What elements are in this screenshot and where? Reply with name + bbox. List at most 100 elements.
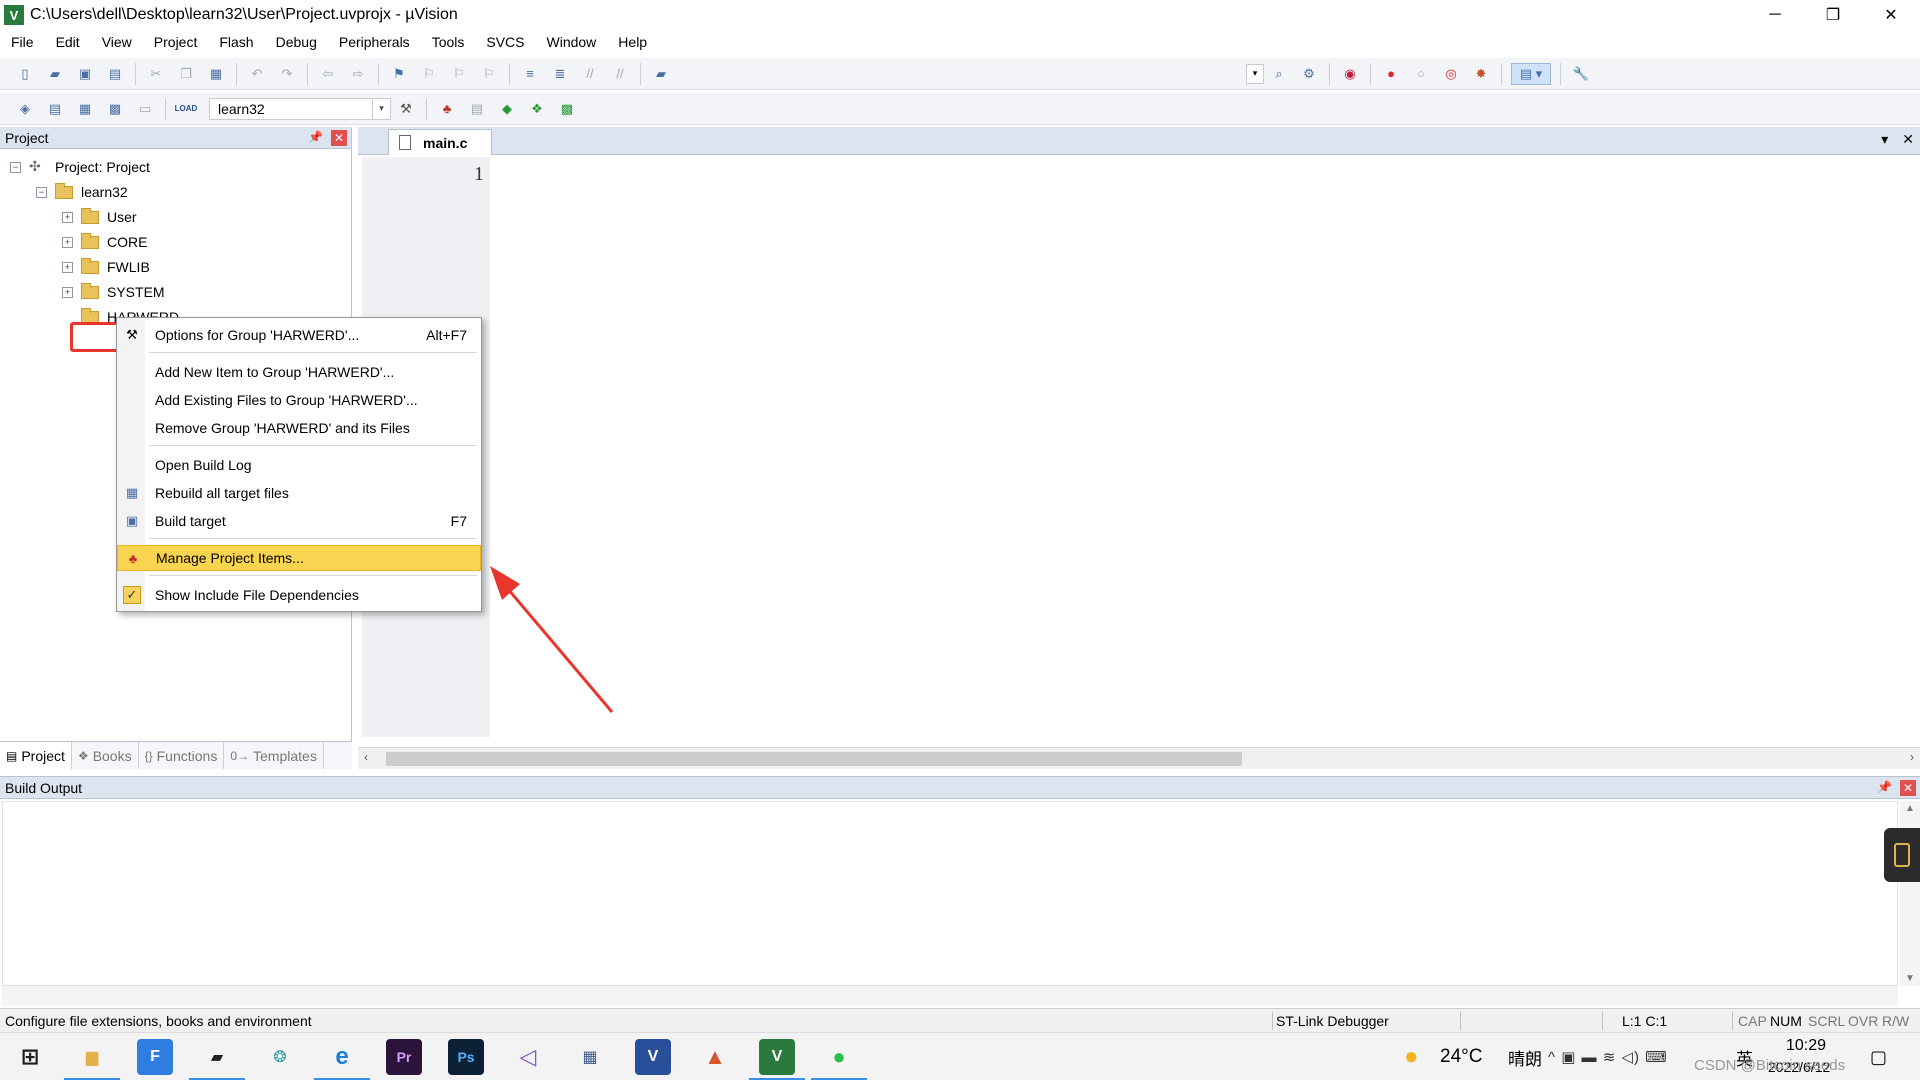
close-icon[interactable]: ✕	[331, 130, 347, 146]
tab-main-c[interactable]: main.c	[388, 129, 492, 155]
menu-file[interactable]: File	[0, 34, 45, 50]
save-icon[interactable]: ▣	[74, 63, 96, 85]
clear-bookmarks-icon[interactable]: ⚐	[478, 63, 500, 85]
find-icon[interactable]: ⌕	[1268, 63, 1290, 85]
menu-item-show-include-deps[interactable]: ✓ Show Include File Dependencies	[117, 582, 481, 608]
navigate-back-icon[interactable]: ⇦	[317, 63, 339, 85]
menu-item-add-existing-files[interactable]: Add Existing Files to Group 'HARWERD'...	[117, 387, 481, 413]
visual-studio-icon[interactable]: ◁	[510, 1039, 546, 1075]
scroll-up-icon[interactable]: ▲	[1905, 803, 1915, 814]
paste-icon[interactable]: ▦	[205, 63, 227, 85]
foxit-reader-icon[interactable]: F	[137, 1039, 173, 1075]
tab-project[interactable]: ▤ Project	[0, 742, 72, 769]
select-packs-icon[interactable]: ▤	[466, 98, 488, 120]
collapse-icon[interactable]: −	[36, 186, 47, 198]
weather-sun-icon[interactable]: ●	[1404, 1033, 1419, 1080]
navigate-forward-icon[interactable]: ⇨	[347, 63, 369, 85]
manage-project-items-icon[interactable]: ♣	[436, 98, 458, 120]
pin-icon[interactable]: 📌	[1877, 780, 1892, 794]
menu-help[interactable]: Help	[607, 34, 658, 50]
scroll-down-icon[interactable]: ▼	[1905, 973, 1915, 984]
stop-build-icon[interactable]: ▭	[134, 98, 156, 120]
unindent-icon[interactable]: ≣	[549, 63, 571, 85]
edge-browser-icon[interactable]: e	[314, 1039, 370, 1080]
rebuild-icon[interactable]: ▦	[74, 98, 96, 120]
build-icon[interactable]: ▤	[44, 98, 66, 120]
rte-icon[interactable]: ❖	[526, 98, 548, 120]
expand-icon[interactable]: +	[62, 211, 73, 223]
build-output-horizontal-scrollbar[interactable]	[2, 986, 1898, 1006]
menu-item-rebuild-all[interactable]: ▦ Rebuild all target files	[117, 480, 481, 506]
find-in-files-icon[interactable]: ▰	[650, 63, 672, 85]
editor-horizontal-scrollbar[interactable]: ‹ ›	[358, 747, 1920, 769]
uncomment-icon[interactable]: //	[609, 63, 631, 85]
sticky-notes-icon[interactable]: ▰	[189, 1039, 245, 1080]
wechat-icon[interactable]: ●	[811, 1039, 867, 1080]
premiere-icon[interactable]: Pr	[386, 1039, 422, 1075]
close-icon[interactable]: ✕	[1902, 131, 1914, 148]
tab-books[interactable]: ❖ Books	[72, 742, 139, 769]
manage-components-icon[interactable]: ▩	[556, 98, 578, 120]
download-icon[interactable]: LOAD	[175, 98, 198, 120]
scrollbar-thumb[interactable]	[386, 752, 1242, 766]
build-output-text[interactable]	[2, 801, 1898, 986]
debug-session-icon[interactable]: ◉	[1339, 63, 1361, 85]
collapse-icon[interactable]: −	[10, 161, 21, 173]
bookmark-icon[interactable]: ⚑	[388, 63, 410, 85]
translate-icon[interactable]: ◈	[14, 98, 36, 120]
prev-bookmark-icon[interactable]: ⚐	[418, 63, 440, 85]
kill-all-breakpoints-icon[interactable]: ✸	[1470, 63, 1492, 85]
save-all-icon[interactable]: ▤	[104, 63, 126, 85]
calculator-icon[interactable]: ▦	[572, 1039, 608, 1075]
menu-svcs[interactable]: SVCS	[475, 34, 535, 50]
expand-icon[interactable]: +	[62, 236, 73, 248]
tree-group-user[interactable]: + User	[62, 205, 137, 229]
expand-icon[interactable]: +	[62, 286, 73, 298]
open-file-icon[interactable]: ▰	[44, 63, 66, 85]
batch-build-icon[interactable]: ▩	[104, 98, 126, 120]
pack-installer-icon[interactable]: ◆	[496, 98, 518, 120]
menu-item-manage-project-items[interactable]: ♣ Manage Project Items...	[117, 545, 481, 571]
clock-time[interactable]: 10:29	[1786, 1037, 1826, 1055]
comment-icon[interactable]: //	[579, 63, 601, 85]
pin-icon[interactable]: 📌	[308, 130, 323, 144]
minimize-button[interactable]: ─	[1746, 0, 1804, 30]
cut-icon[interactable]: ✂	[145, 63, 167, 85]
menu-project[interactable]: Project	[143, 34, 209, 50]
redo-icon[interactable]: ↷	[276, 63, 298, 85]
window-layout-icon[interactable]: ▤ ▾	[1511, 62, 1551, 85]
target-options-icon[interactable]: ⚒	[395, 98, 417, 120]
copy-icon[interactable]: ❐	[175, 63, 197, 85]
undo-icon[interactable]: ↶	[246, 63, 268, 85]
code-editor[interactable]	[490, 157, 1912, 737]
tree-group-core[interactable]: + CORE	[62, 230, 147, 254]
tree-target[interactable]: − learn32	[36, 180, 128, 204]
tree-group-system[interactable]: + SYSTEM	[62, 280, 165, 304]
breakpoint-icon[interactable]: ●	[1380, 63, 1402, 85]
restore-button[interactable]: ❐	[1804, 0, 1862, 30]
tree-group-fwlib[interactable]: + FWLIB	[62, 255, 150, 279]
next-bookmark-icon[interactable]: ⚐	[448, 63, 470, 85]
menu-view[interactable]: View	[91, 34, 143, 50]
file-explorer-icon[interactable]: ▆	[64, 1039, 120, 1080]
menu-item-options-for-group[interactable]: ⚒ Options for Group 'HARWERD'... Alt+F7	[117, 322, 481, 348]
chevron-down-icon[interactable]: ▾	[372, 98, 390, 119]
start-icon[interactable]: ⊞	[12, 1039, 48, 1075]
disable-breakpoint-icon[interactable]: ○	[1410, 63, 1432, 85]
new-file-icon[interactable]: ▯	[14, 63, 36, 85]
close-icon[interactable]: ✕	[1900, 780, 1916, 796]
menu-tools[interactable]: Tools	[421, 34, 476, 50]
tree-root[interactable]: − ✣ Project: Project	[10, 155, 150, 179]
system-tray-icons[interactable]: ^ ▣ ▬ ≋ ◁) ⌨	[1548, 1033, 1668, 1080]
incremental-find-icon[interactable]: ⚙	[1298, 63, 1320, 85]
menu-window[interactable]: Window	[536, 34, 608, 50]
menu-edit[interactable]: Edit	[45, 34, 91, 50]
menu-item-build-target[interactable]: ▣ Build target F7	[117, 508, 481, 534]
menu-flash[interactable]: Flash	[208, 34, 264, 50]
scroll-right-icon[interactable]: ›	[1910, 750, 1914, 764]
configure-icon[interactable]: 🔧	[1570, 63, 1592, 85]
vivado-icon[interactable]: V	[635, 1039, 671, 1075]
expand-icon[interactable]: +	[62, 261, 73, 273]
tab-templates[interactable]: 0→ Templates	[224, 742, 324, 769]
side-gadget-icon[interactable]	[1884, 828, 1920, 882]
